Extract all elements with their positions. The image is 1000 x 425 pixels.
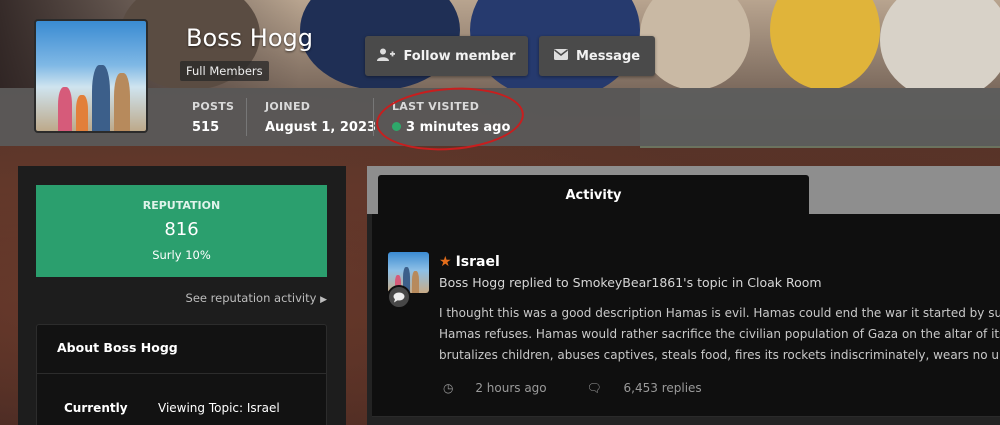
envelope-icon xyxy=(553,48,568,64)
see-reputation-link[interactable]: See reputation activity ▶ xyxy=(180,291,327,305)
stat-joined-label: JOINED xyxy=(265,100,311,113)
tab-activity[interactable]: Activity xyxy=(378,175,809,215)
currently-label: Currently xyxy=(64,401,128,415)
activity-title-text: Israel xyxy=(455,254,500,270)
clock-icon: ◷ xyxy=(443,381,454,395)
stat-joined: JOINED August 1, 2023 xyxy=(265,100,376,135)
comment-icon xyxy=(387,285,411,309)
message-button[interactable]: Message xyxy=(539,36,655,76)
currently-value[interactable]: Viewing Topic: Israel xyxy=(158,401,280,415)
activity-body-line: I thought this was a good description Ha… xyxy=(439,306,1000,320)
reputation-label: REPUTATION xyxy=(142,199,221,212)
activity-meta: Boss Hogg replied to SmokeyBear1861's to… xyxy=(439,275,822,290)
activity-body: I thought this was a good description Ha… xyxy=(439,303,1000,367)
activity-time[interactable]: ◷ 2 hours ago xyxy=(443,381,565,395)
activity-divider xyxy=(372,416,1000,417)
caret-right-icon: ▶ xyxy=(320,295,327,305)
activity-stats: ◷ 2 hours ago 🗨 6,453 replies xyxy=(443,381,738,395)
activity-title[interactable]: ★ Israel xyxy=(439,254,500,270)
activity-replies-text: 6,453 replies xyxy=(623,381,702,395)
profile-avatar[interactable] xyxy=(34,19,148,133)
stat-divider xyxy=(373,98,374,136)
add-user-icon xyxy=(377,48,396,65)
message-label: Message xyxy=(575,48,641,64)
activity-time-text: 2 hours ago xyxy=(475,381,547,395)
reputation-box: REPUTATION 816 Surly 10% xyxy=(36,185,327,277)
stat-divider xyxy=(246,98,247,136)
star-icon: ★ xyxy=(439,254,452,270)
activity-replies: 🗨 6,453 replies xyxy=(586,381,719,395)
follow-member-label: Follow member xyxy=(403,48,516,64)
about-title: About Boss Hogg xyxy=(57,340,178,355)
profile-name: Boss Hogg xyxy=(186,24,313,52)
stat-posts-label: POSTS xyxy=(192,100,235,113)
stat-posts: POSTS 515 xyxy=(192,100,234,135)
activity-body-line: brutalizes children, abuses captives, st… xyxy=(439,348,1000,362)
activity-body-line: Hamas refuses. Hamas would rather sacrif… xyxy=(439,327,1000,341)
follow-member-button[interactable]: Follow member xyxy=(365,36,528,76)
about-box: About Boss Hogg Currently Viewing Topic:… xyxy=(36,324,327,425)
stat-posts-value: 515 xyxy=(192,120,220,135)
see-reputation-label: See reputation activity xyxy=(185,291,317,305)
member-group-badge: Full Members xyxy=(180,61,269,81)
reputation-value: 816 xyxy=(164,219,199,240)
stat-joined-value: August 1, 2023 xyxy=(265,120,377,135)
about-divider xyxy=(37,373,326,374)
reputation-rank: Surly 10% xyxy=(152,248,211,262)
comment-icon: 🗨 xyxy=(586,381,602,395)
